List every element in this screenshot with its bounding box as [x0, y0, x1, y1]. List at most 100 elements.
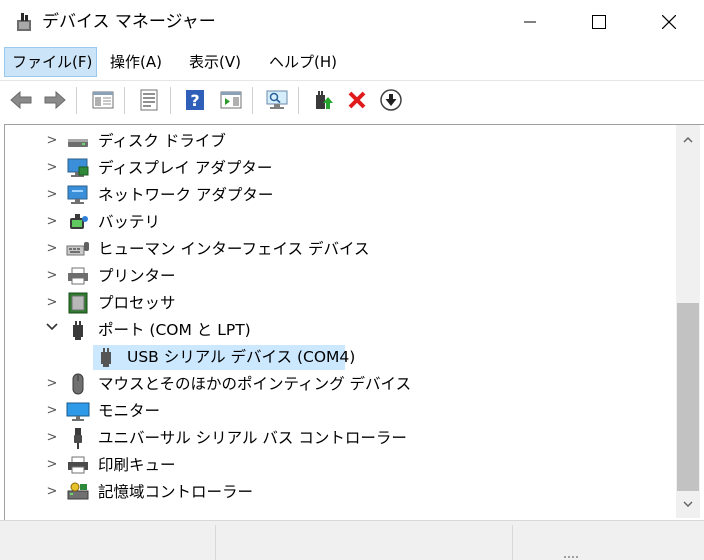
network-adapter-icon [66, 184, 90, 206]
toolbar-separator [252, 87, 253, 114]
tree-item-print-queues[interactable]: > 印刷キュー [5, 453, 673, 478]
close-button[interactable] [634, 0, 704, 44]
resize-grip-icon[interactable] [562, 555, 592, 559]
toolbar-separator [298, 87, 299, 114]
tree-item-label: ヒューマン インターフェイス デバイス [98, 240, 370, 258]
usb-serial-port-icon [94, 346, 118, 368]
tree-item-mice[interactable]: > マウスとそのほかのポインティング デバイス [5, 372, 673, 397]
expand-chevron-icon[interactable]: > [45, 268, 59, 284]
expand-chevron-icon[interactable]: > [45, 160, 59, 176]
expand-chevron-icon[interactable]: > [45, 187, 59, 203]
chevron-up-icon [683, 137, 693, 143]
human-interface-device-icon [66, 238, 90, 260]
show-hide-console-tree-icon [92, 91, 114, 109]
toolbar: ? [0, 80, 704, 121]
status-bar [0, 520, 704, 560]
disable-device-icon [380, 89, 402, 111]
tree-item-storage-controllers[interactable]: > 記憶域コントローラー [5, 480, 673, 505]
back-arrow-icon [10, 90, 32, 110]
monitor-icon [66, 400, 90, 422]
help-icon: ? [186, 90, 204, 110]
toolbar-separator [170, 87, 171, 114]
tree-item-label: ネットワーク アダプター [98, 186, 274, 204]
tree-item-label: ディスク ドライブ [98, 132, 226, 150]
menu-action[interactable]: 操作(A) [103, 47, 169, 77]
window-title: デバイス マネージャー [42, 12, 216, 32]
tree-item-usb-serial-device[interactable]: USB シリアル デバイス (COM4) [5, 345, 673, 370]
disable-device-button[interactable] [378, 87, 404, 113]
vertical-scrollbar[interactable] [676, 125, 700, 518]
storage-controller-icon [66, 481, 90, 503]
close-icon [662, 15, 676, 29]
tree-item-human-interface-devices[interactable]: > ヒューマン インターフェイス デバイス [5, 237, 673, 262]
forward-button[interactable] [42, 87, 68, 113]
processor-icon [66, 292, 90, 314]
device-tree[interactable]: > ディスク ドライブ > ディスプレイ アダプター > ネットワーク アダプタ… [4, 124, 704, 521]
forward-arrow-icon [44, 90, 66, 110]
action-pane-icon [220, 91, 242, 109]
port-icon [66, 319, 90, 341]
update-driver-icon [316, 91, 333, 109]
tree-item-label: 記憶域コントローラー [98, 483, 254, 501]
scroll-thumb[interactable] [677, 303, 699, 491]
tree-item-printers[interactable]: > プリンター [5, 264, 673, 289]
expand-chevron-icon[interactable]: > [45, 133, 59, 149]
tree-item-label: モニター [98, 402, 161, 420]
maximize-icon [592, 15, 606, 29]
device-manager-icon [15, 11, 35, 33]
tree-item-batteries[interactable]: > バッテリ [5, 210, 673, 235]
expand-chevron-icon[interactable]: > [45, 484, 59, 500]
back-button[interactable] [8, 87, 34, 113]
expand-chevron-icon[interactable]: > [45, 214, 59, 230]
tree-item-label: プリンター [98, 267, 176, 285]
scroll-up-button[interactable] [676, 129, 700, 151]
tree-item-network-adapters[interactable]: > ネットワーク アダプター [5, 183, 673, 208]
svg-text:?: ? [190, 91, 199, 110]
scan-hardware-icon [266, 90, 288, 109]
toolbar-separator [76, 87, 77, 114]
title-bar[interactable]: デバイス マネージャー [0, 0, 704, 44]
tree-item-processors[interactable]: > プロセッサ [5, 291, 673, 316]
uninstall-device-button[interactable] [344, 87, 370, 113]
menu-bar: ファイル(F) 操作(A) 表示(V) ヘルプ(H) [0, 44, 704, 78]
help-button[interactable]: ? [182, 87, 208, 113]
tree-item-ports[interactable]: ポート (COM と LPT) [5, 318, 673, 343]
console-tree-button[interactable] [90, 87, 116, 113]
action-pane-button[interactable] [218, 87, 244, 113]
properties-button[interactable] [136, 87, 162, 113]
menu-view[interactable]: 表示(V) [182, 47, 248, 77]
print-queue-icon [66, 454, 90, 476]
expand-chevron-icon[interactable]: > [45, 430, 59, 446]
chevron-down-icon [683, 501, 693, 507]
update-driver-button[interactable] [310, 87, 336, 113]
device-manager-window: デバイス マネージャー ファイル(F) 操作(A) 表示(V) ヘルプ(H) ?… [0, 0, 704, 560]
maximize-button[interactable] [564, 0, 634, 44]
expand-chevron-icon[interactable]: > [45, 457, 59, 473]
minimize-icon [524, 21, 536, 23]
tree-item-label: 印刷キュー [98, 456, 176, 474]
expand-chevron-icon[interactable]: > [45, 241, 59, 257]
tree-item-label: マウスとそのほかのポインティング デバイス [98, 375, 412, 393]
properties-icon [140, 89, 158, 111]
expand-chevron-icon[interactable]: > [45, 376, 59, 392]
display-adapter-icon [66, 157, 90, 179]
tree-item-usb-controllers[interactable]: > ユニバーサル シリアル バス コントローラー [5, 426, 673, 451]
minimize-button[interactable] [495, 0, 565, 44]
usb-controller-icon [66, 427, 90, 449]
expand-chevron-icon[interactable]: > [45, 295, 59, 311]
scroll-down-button[interactable] [676, 493, 700, 515]
expand-chevron-icon[interactable]: > [45, 403, 59, 419]
menu-help[interactable]: ヘルプ(H) [262, 47, 344, 77]
mouse-icon [66, 373, 90, 395]
tree-item-monitors[interactable]: > モニター [5, 399, 673, 424]
collapse-chevron-icon[interactable] [45, 320, 59, 336]
tree-item-display-adapters[interactable]: > ディスプレイ アダプター [5, 156, 673, 181]
tree-item-label: ユニバーサル シリアル バス コントローラー [98, 429, 407, 447]
tree-item-label: ポート (COM と LPT) [98, 321, 251, 339]
tree-item-label: バッテリ [98, 213, 161, 231]
status-divider [512, 525, 513, 560]
tree-item-disk-drives[interactable]: > ディスク ドライブ [5, 129, 673, 154]
disk-drive-icon [66, 130, 90, 152]
menu-file[interactable]: ファイル(F) [4, 47, 97, 77]
scan-hardware-button[interactable] [264, 87, 290, 113]
